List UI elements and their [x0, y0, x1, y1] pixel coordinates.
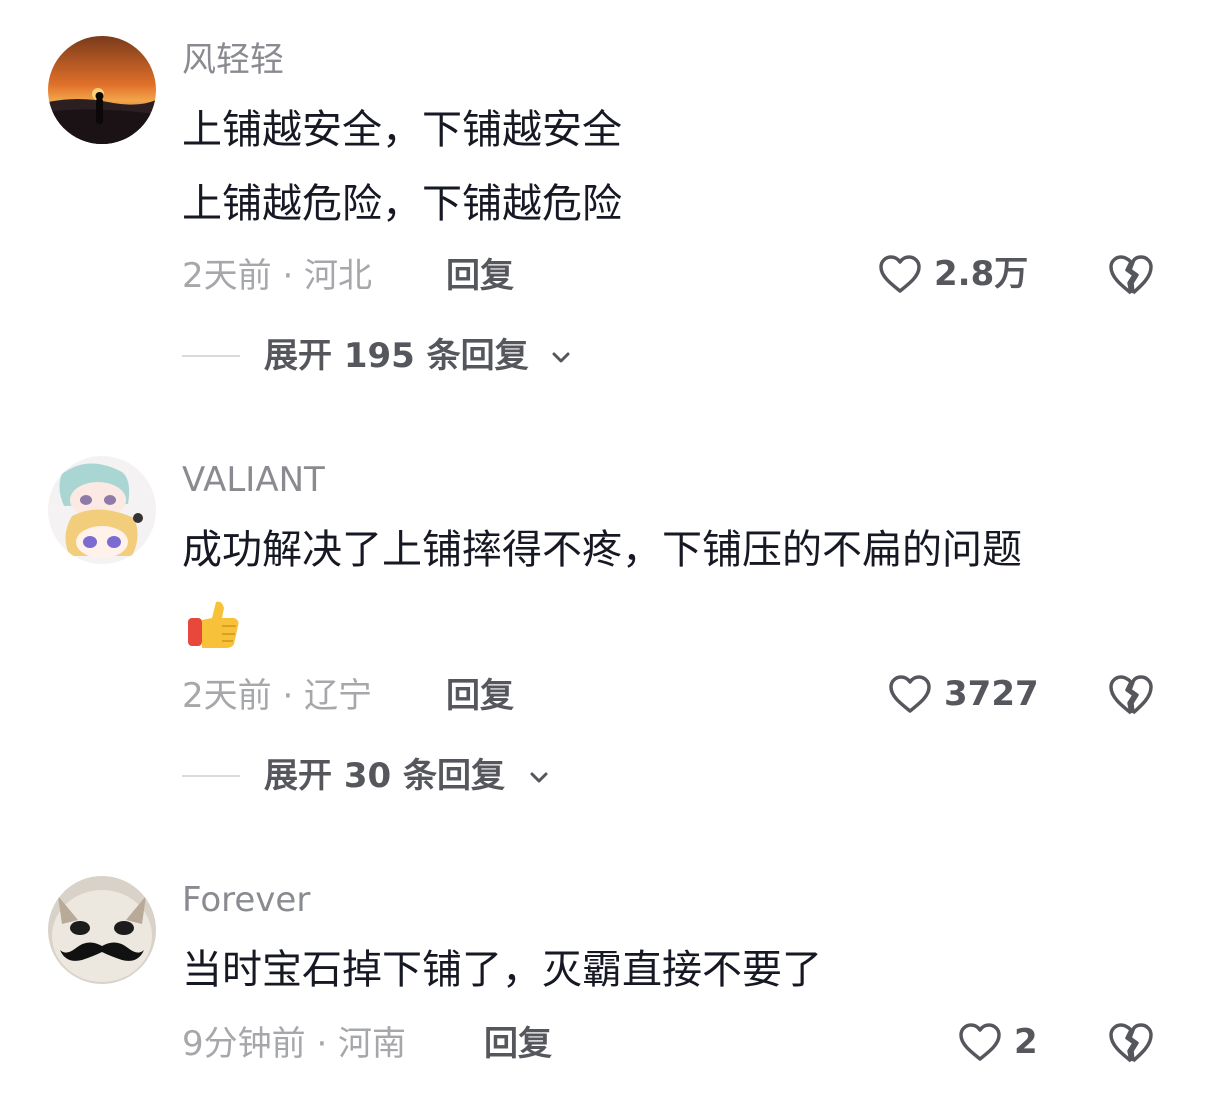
divider [182, 355, 240, 357]
like-button[interactable]: 2 [956, 1018, 1046, 1066]
reply-button[interactable]: 回复 [484, 1024, 552, 1064]
heart-outline-icon [879, 255, 921, 293]
comment-text-line: 当时宝石掉下铺了，灭霸直接不要了 [182, 947, 822, 993]
broken-heart-icon[interactable] [1106, 670, 1156, 720]
reply-button[interactable]: 回复 [446, 256, 514, 296]
like-button[interactable]: 3727 [886, 670, 1046, 718]
comment-item: 风轻轻 上铺越安全，下铺越安全 上铺越危险，下铺越危险 2天前 · 河北 回复 … [0, 0, 1206, 400]
like-count: 2 [1014, 1022, 1038, 1062]
user-avatar[interactable] [48, 456, 156, 564]
comment-text-line: 上铺越安全，下铺越安全 [182, 107, 622, 153]
comment-text-line: 上铺越危险，下铺越危险 [182, 181, 622, 227]
divider [182, 775, 240, 777]
broken-heart-icon[interactable] [1106, 250, 1156, 300]
sunset-avatar-image [48, 36, 156, 144]
comment-username[interactable]: 风轻轻 [182, 40, 284, 80]
comment-item: VALIANT 成功解决了上铺摔得不疼，下铺压的不扁的问题 2天前 · 辽宁 回… [0, 420, 1206, 820]
user-avatar[interactable] [48, 876, 156, 984]
broken-heart-icon[interactable] [1106, 1018, 1156, 1068]
comment-time-location: 2天前 · 河北 [182, 256, 373, 296]
expand-replies-label: 展开 195 条回复 [264, 336, 529, 376]
expand-replies-button[interactable]: 展开 30 条回复 [182, 754, 742, 798]
chevron-down-icon [530, 772, 548, 783]
comment-username[interactable]: Forever [182, 880, 310, 920]
expand-replies-label: 展开 30 条回复 [264, 756, 505, 796]
heart-outline-icon [889, 675, 931, 713]
like-count: 3727 [944, 674, 1039, 714]
user-avatar[interactable] [48, 36, 156, 144]
like-button[interactable]: 2.8万 [876, 250, 1046, 298]
comment-time-location: 2天前 · 辽宁 [182, 676, 373, 716]
comment-username[interactable]: VALIANT [182, 460, 325, 500]
cat-mustache-avatar-image [48, 876, 156, 984]
expand-replies-button[interactable]: 展开 195 条回复 [182, 334, 742, 378]
comment-time-location: 9分钟前 · 河南 [182, 1024, 407, 1064]
comment-item: Forever 当时宝石掉下铺了，灭霸直接不要了 9分钟前 · 河南 回复 2 [0, 840, 1206, 1094]
anime-avatar-image [48, 456, 156, 564]
chevron-down-icon [552, 352, 570, 363]
thumbs-up-icon [188, 601, 239, 648]
like-count: 2.8万 [934, 254, 1029, 294]
heart-outline-icon [959, 1023, 1001, 1061]
reply-button[interactable]: 回复 [446, 676, 514, 716]
comment-text-line: 成功解决了上铺摔得不疼，下铺压的不扁的问题 [182, 527, 1022, 573]
